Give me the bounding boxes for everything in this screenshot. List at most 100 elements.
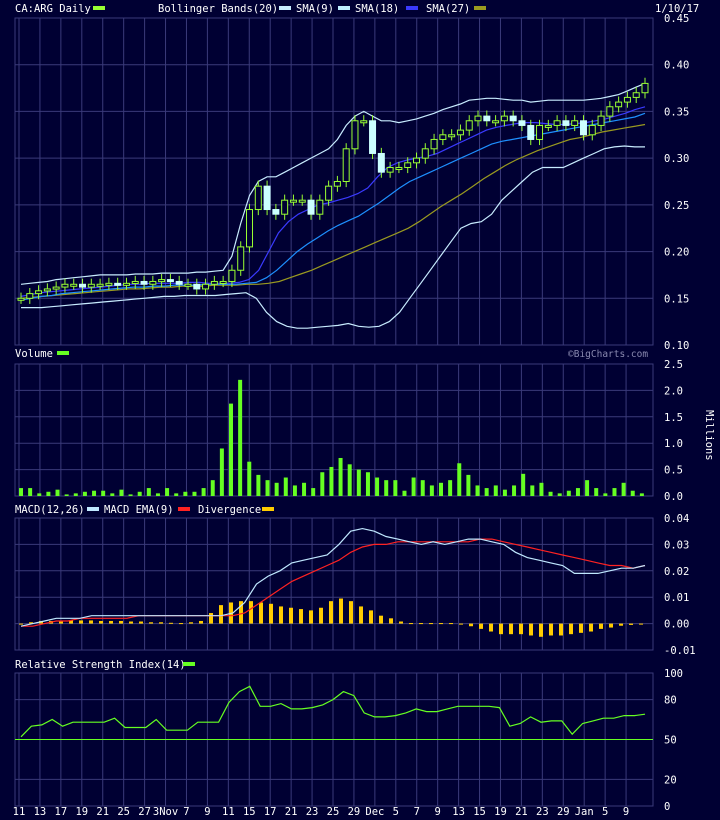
candle bbox=[553, 120, 561, 126]
x-tick-label: Jan bbox=[575, 806, 594, 818]
divergence-bar bbox=[209, 613, 213, 624]
candle bbox=[26, 293, 34, 299]
x-tick-label: 9 bbox=[623, 806, 629, 818]
legend-sma9: SMA(9) bbox=[296, 3, 334, 15]
candle bbox=[114, 282, 122, 286]
y-tick-label: 20 bbox=[664, 774, 677, 786]
x-tick-label: 9 bbox=[435, 806, 441, 818]
volume-bar bbox=[82, 491, 87, 496]
divergence-bar bbox=[189, 622, 193, 624]
y-tick-label: 0.01 bbox=[664, 592, 689, 604]
x-tick-label: 5 bbox=[393, 806, 399, 818]
y-tick-label: 0.20 bbox=[664, 247, 689, 259]
divergence-bar bbox=[219, 605, 223, 624]
rsi-swatch bbox=[183, 662, 195, 666]
volume-bar bbox=[530, 485, 535, 496]
divergence-bar bbox=[329, 601, 333, 624]
volume-bar bbox=[384, 480, 389, 496]
candle bbox=[623, 96, 631, 103]
volume-bar bbox=[210, 480, 215, 496]
candle bbox=[606, 106, 614, 117]
candle bbox=[52, 286, 60, 290]
candle bbox=[316, 199, 324, 215]
volume-bar bbox=[338, 457, 343, 496]
x-tick-label: 13 bbox=[452, 806, 465, 818]
candle bbox=[184, 283, 192, 287]
volume-unit: Millions bbox=[703, 410, 715, 461]
y-tick-label: 0.35 bbox=[664, 106, 689, 118]
volume-bar bbox=[429, 485, 434, 496]
volume-bar bbox=[256, 474, 261, 496]
divergence-bar bbox=[319, 607, 323, 624]
volume-bar bbox=[320, 472, 325, 496]
x-tick-label: 13 bbox=[34, 806, 47, 818]
divergence-bar bbox=[339, 598, 343, 624]
x-tick-label: 9 bbox=[204, 806, 210, 818]
candle bbox=[166, 279, 174, 283]
volume-bar bbox=[411, 477, 416, 496]
divergence-bar bbox=[619, 623, 623, 626]
volume-bar bbox=[274, 482, 279, 496]
volume-bar bbox=[183, 491, 188, 496]
candle bbox=[421, 148, 429, 159]
candle bbox=[439, 134, 447, 140]
candle bbox=[386, 166, 394, 173]
volume-bar bbox=[621, 482, 626, 496]
divergence-bar bbox=[119, 620, 123, 624]
volume-bar bbox=[457, 463, 462, 496]
volume-bar bbox=[146, 488, 151, 496]
divergence-bar bbox=[459, 623, 463, 625]
volume-bar bbox=[137, 491, 142, 496]
volume-bar bbox=[439, 482, 443, 496]
candle bbox=[518, 120, 526, 126]
rsi-label: Relative Strength Index(14) bbox=[15, 659, 186, 671]
divergence-bar bbox=[359, 606, 363, 624]
x-tick-label: 7 bbox=[183, 806, 189, 818]
x-tick-label: 5 bbox=[602, 806, 608, 818]
candle bbox=[237, 246, 245, 271]
volume-bar bbox=[119, 489, 124, 496]
stock-chart: 11 13 17 19 21 25 27 3Nov 7 9 11 15 17 21 23 25 29 Dec 5 7 9… bbox=[13, 3, 715, 818]
candle bbox=[536, 124, 544, 140]
divergence-bar bbox=[179, 623, 183, 625]
panel-frame-1 bbox=[14, 363, 654, 497]
candle bbox=[219, 280, 227, 284]
volume-bar bbox=[393, 480, 398, 496]
volume-bar bbox=[502, 489, 507, 496]
volume-bar bbox=[229, 403, 233, 496]
candle bbox=[325, 185, 333, 201]
volume-bar bbox=[19, 488, 23, 496]
candle bbox=[641, 82, 649, 94]
divergence-bar bbox=[529, 623, 533, 636]
candle bbox=[571, 120, 579, 126]
volume-bar bbox=[55, 489, 60, 496]
candle bbox=[430, 138, 438, 150]
volume-bar bbox=[311, 488, 316, 496]
divergence-bar bbox=[149, 622, 153, 624]
volume-bar bbox=[539, 482, 544, 496]
candle bbox=[483, 115, 491, 122]
candle bbox=[122, 282, 130, 286]
candle bbox=[597, 115, 605, 126]
divergence-bar bbox=[389, 618, 393, 624]
volume-bar bbox=[192, 491, 197, 496]
legend-macd-swatch bbox=[87, 507, 99, 511]
divergence-bar bbox=[89, 620, 93, 624]
divergence-bar bbox=[599, 623, 603, 629]
candle bbox=[579, 120, 587, 136]
volume-bar bbox=[365, 472, 370, 496]
volume-bar bbox=[356, 469, 361, 496]
candle bbox=[17, 297, 25, 301]
candle bbox=[105, 282, 113, 286]
legend-sma27-swatch bbox=[474, 6, 486, 10]
divergence-bar bbox=[349, 601, 353, 624]
volume-bar bbox=[247, 461, 252, 496]
y-tick-label: 0.00 bbox=[664, 619, 689, 631]
volume-bar bbox=[292, 485, 297, 496]
divergence-bar bbox=[589, 623, 593, 632]
divergence-bar bbox=[289, 607, 293, 624]
chart-date: 1/10/17 bbox=[655, 3, 699, 15]
candle bbox=[500, 115, 508, 122]
candle bbox=[562, 120, 570, 126]
divergence-bar bbox=[449, 623, 453, 625]
